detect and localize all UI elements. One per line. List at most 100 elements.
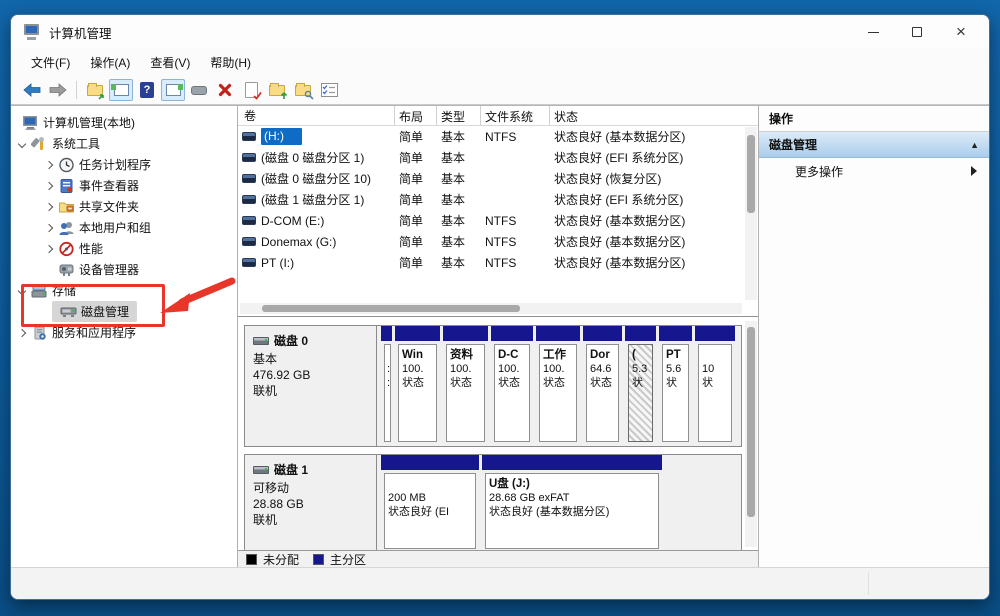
volume-name: (磁盘 0 磁盘分区 10) [261, 170, 371, 187]
more-actions-label: 更多操作 [795, 163, 843, 180]
more-actions-item[interactable]: 更多操作 [759, 158, 989, 184]
help-icon[interactable]: ? [135, 79, 159, 101]
volume-layout: 简单 [395, 254, 437, 271]
actions-section-disk-management[interactable]: 磁盘管理 ▲ [759, 132, 989, 158]
partition-legend: 未分配 主分区 [238, 550, 758, 567]
actions-header: 操作 [759, 106, 989, 132]
system-tools-icon [31, 136, 48, 152]
tree-item-label: 事件查看器 [79, 177, 139, 194]
volume-type: 基本 [437, 191, 481, 208]
back-icon[interactable] [20, 79, 44, 101]
legend-unallocated-label: 未分配 [263, 551, 299, 568]
tree-item-task-scheduler[interactable]: 任务计划程序 [11, 154, 237, 175]
menu-action[interactable]: 操作(A) [80, 51, 140, 74]
close-button[interactable]: × [939, 15, 983, 49]
partition[interactable]: Win100.状态 [395, 326, 440, 446]
volume-icon [242, 195, 256, 204]
volume-row[interactable]: (磁盘 0 磁盘分区 10) 简单 基本 状态良好 (恢复分区) [238, 168, 758, 189]
volume-type: 基本 [437, 233, 481, 250]
window-title: 计算机管理 [49, 23, 112, 42]
volume-name: PT (I:) [261, 256, 294, 270]
collapse-icon[interactable]: ▲ [970, 140, 979, 150]
chevron-right-icon[interactable] [45, 202, 53, 210]
chevron-right-icon[interactable] [45, 181, 53, 189]
tree-item-label: 磁盘管理 [81, 303, 129, 320]
tree-item-services-applications[interactable]: 服务和应用程序 [11, 322, 237, 343]
partition[interactable]: Dor64.6状态 [583, 326, 622, 446]
vertical-scrollbar[interactable] [745, 321, 757, 547]
chevron-down-icon[interactable] [18, 286, 26, 294]
forward-icon[interactable] [46, 79, 70, 101]
volume-name: D-COM (E:) [261, 214, 324, 228]
tree-item-event-viewer[interactable]: 事件查看器 [11, 175, 237, 196]
refresh-folder-icon[interactable] [265, 79, 289, 101]
users-icon [58, 220, 75, 236]
volume-status: 状态良好 (恢复分区) [550, 170, 758, 187]
legend-primary-label: 主分区 [330, 551, 366, 568]
shared-folder-icon [58, 199, 75, 215]
tree-selected-item[interactable]: 磁盘管理 [52, 301, 137, 322]
partition[interactable]: 200 MB状态良好 (EI [381, 455, 479, 553]
partition[interactable]: D-C100.状态 [491, 326, 533, 446]
menu-view[interactable]: 查看(V) [140, 51, 200, 74]
computer-management-window: 计算机管理 × 文件(F) 操作(A) 查看(V) 帮助(H) ? [10, 14, 990, 600]
column-status[interactable]: 状态 [550, 106, 758, 125]
show-console-tree-icon[interactable] [109, 79, 133, 101]
partition[interactable]: 资料100.状态 [443, 326, 488, 446]
partition[interactable]: PT5.6状 [659, 326, 692, 446]
export-list-icon[interactable] [83, 79, 107, 101]
chevron-right-icon[interactable] [45, 160, 53, 168]
chevron-right-icon[interactable] [45, 223, 53, 231]
verify-document-icon[interactable] [239, 79, 263, 101]
show-action-pane-icon[interactable] [161, 79, 185, 101]
horizontal-scrollbar[interactable] [240, 303, 742, 314]
volume-name: (磁盘 0 磁盘分区 1) [261, 149, 364, 166]
minimize-button[interactable] [851, 15, 895, 49]
maximize-button[interactable] [895, 15, 939, 49]
find-folder-icon[interactable] [291, 79, 315, 101]
tree-item-local-users-groups[interactable]: 本地用户和组 [11, 217, 237, 238]
partition[interactable]: :: [381, 326, 392, 446]
chevron-right-icon[interactable] [18, 328, 26, 336]
tree-item-performance[interactable]: 性能 [11, 238, 237, 259]
volume-status: 状态良好 (基本数据分区) [550, 233, 758, 250]
volume-row[interactable]: D-COM (E:) 简单 基本 NTFS 状态良好 (基本数据分区) [238, 210, 758, 231]
volume-row[interactable]: (磁盘 1 磁盘分区 1) 简单 基本 状态良好 (EFI 系统分区) [238, 189, 758, 210]
tree-item-label: 服务和应用程序 [52, 324, 136, 341]
properties-list-icon[interactable] [317, 79, 341, 101]
menu-help[interactable]: 帮助(H) [200, 51, 261, 74]
tree-item-device-manager[interactable]: 设备管理器 [11, 259, 237, 280]
tree-item-disk-management[interactable]: 磁盘管理 [11, 301, 237, 322]
tree-item-label: 共享文件夹 [79, 198, 139, 215]
vertical-scrollbar[interactable] [745, 127, 757, 300]
partition[interactable]: 工作100.状态 [536, 326, 580, 446]
column-type[interactable]: 类型 [437, 106, 481, 125]
menu-file[interactable]: 文件(F) [21, 51, 80, 74]
column-filesystem[interactable]: 文件系统 [481, 106, 550, 125]
chevron-down-icon[interactable] [18, 139, 26, 147]
scrollbar-thumb[interactable] [747, 135, 755, 213]
partition[interactable]: 10状 [695, 326, 735, 446]
chevron-right-icon[interactable] [45, 244, 53, 252]
volume-row[interactable]: (磁盘 0 磁盘分区 1) 简单 基本 状态良好 (EFI 系统分区) [238, 147, 758, 168]
disk-icon [253, 466, 269, 474]
disk-0-info[interactable]: 磁盘 0 基本 476.92 GB 联机 [245, 326, 377, 446]
tree-item-computer-management[interactable]: 计算机管理(本地) [11, 112, 237, 133]
column-volume[interactable]: 卷 [238, 106, 395, 125]
delete-icon[interactable] [213, 79, 237, 101]
tree-item-storage[interactable]: 存储 [11, 280, 237, 301]
partition[interactable]: U盘 (J:)28.68 GB exFAT状态良好 (基本数据分区) [482, 455, 662, 553]
scrollbar-thumb[interactable] [262, 305, 520, 312]
volume-row[interactable]: PT (I:) 简单 基本 NTFS 状态良好 (基本数据分区) [238, 252, 758, 273]
tree-item-shared-folders[interactable]: 共享文件夹 [11, 196, 237, 217]
scrollbar-thumb[interactable] [747, 327, 755, 517]
disk-1-info[interactable]: 磁盘 1 可移动 28.88 GB 联机 [245, 455, 377, 553]
tree-item-system-tools[interactable]: 系统工具 [11, 133, 237, 154]
volume-icon [242, 174, 256, 183]
disk-1-strip: 磁盘 1 可移动 28.88 GB 联机 200 MB状态良好 (EI U盘 (… [244, 454, 742, 554]
volume-row[interactable]: (H:) 简单 基本 NTFS 状态良好 (基本数据分区) [238, 126, 758, 147]
console-item-icon[interactable] [187, 79, 211, 101]
column-layout[interactable]: 布局 [395, 106, 437, 125]
partition-selected[interactable]: (5.3状 [625, 326, 656, 446]
volume-row[interactable]: Donemax (G:) 简单 基本 NTFS 状态良好 (基本数据分区) [238, 231, 758, 252]
